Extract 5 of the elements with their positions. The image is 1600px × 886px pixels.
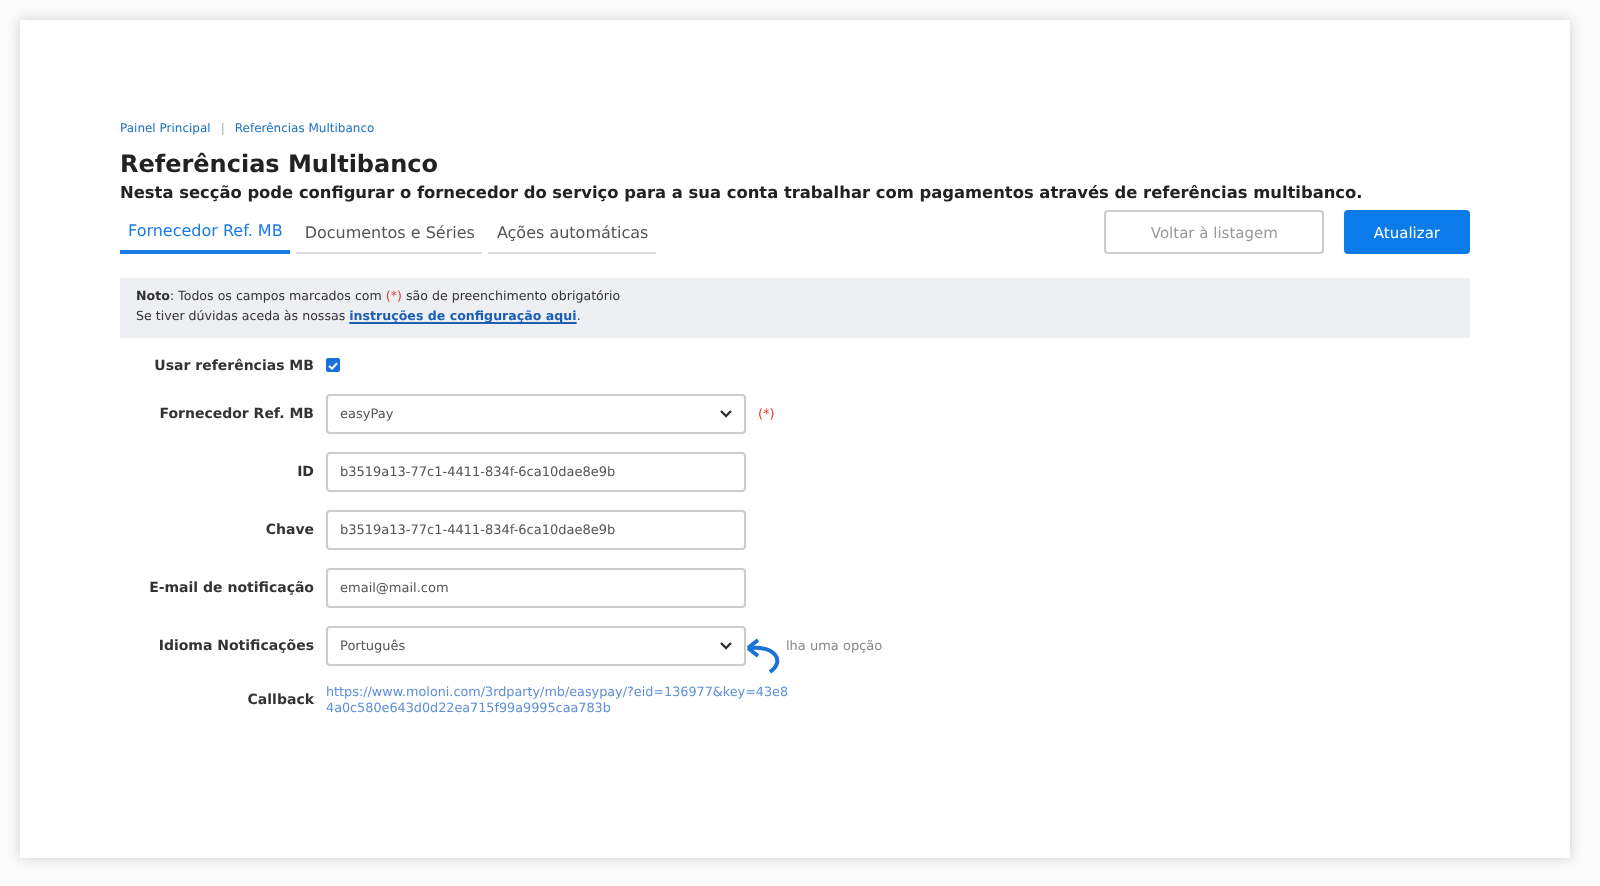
page-description: Nesta secção pode configurar o fornecedor do serviço para a sua conta trabalhar com pagamentos através de referências multibanco. xyxy=(120,182,1365,202)
tab[interactable]: Documentos e Séries xyxy=(296,216,483,254)
page-title: Referências Multibanco xyxy=(120,150,441,178)
tab[interactable]: Ações automáticas xyxy=(488,216,657,254)
tab[interactable]: Fornecedor Ref. MB xyxy=(120,216,291,254)
